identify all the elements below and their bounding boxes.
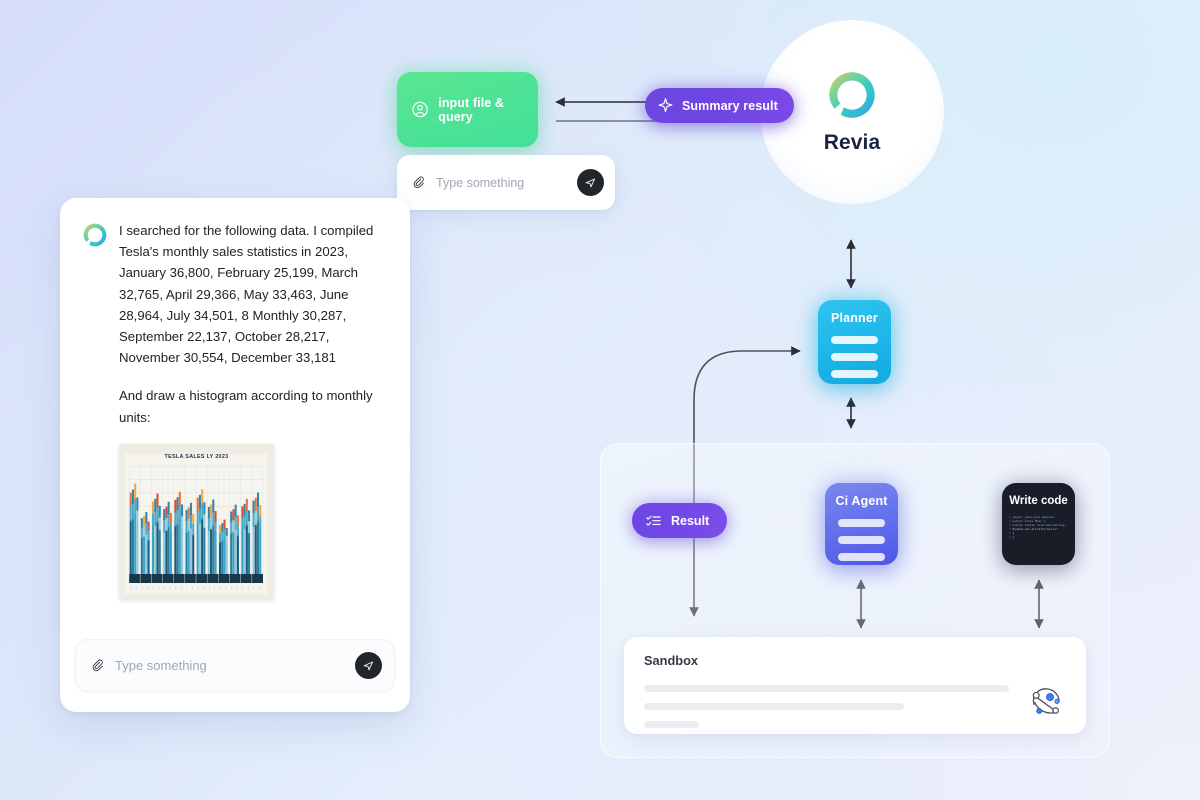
chat-input-placeholder: Type something: [115, 658, 207, 673]
node-summary-result-label: Summary result: [682, 98, 778, 113]
chat-paragraph-1: I searched for the following data. I com…: [119, 223, 374, 366]
histogram-image: TESLA SALES LY 2023: [119, 443, 274, 600]
node-summary-result[interactable]: Summary result: [645, 88, 794, 123]
node-ci-agent[interactable]: Ci Agent: [825, 483, 898, 565]
sandbox-placeholder-row: [644, 685, 1009, 692]
top-chat-input-placeholder: Type something: [436, 175, 525, 190]
sandbox-placeholder-row: [644, 703, 904, 710]
brand-name: Revia: [823, 131, 881, 154]
top-chat-input[interactable]: Type something: [397, 155, 615, 210]
chat-send-button[interactable]: [355, 652, 382, 679]
chat-message: I searched for the following data. I com…: [82, 220, 388, 428]
node-input-file-query[interactable]: input file & query: [397, 72, 538, 147]
network-graph-icon: [1032, 688, 1060, 714]
histogram-chart: TESLA SALES LY 2023: [119, 443, 274, 600]
top-chat-send-button[interactable]: [577, 169, 604, 196]
sparkle-icon: [658, 98, 673, 113]
revia-logo-icon: [829, 72, 875, 118]
node-result-label: Result: [671, 513, 710, 528]
node-planner-lines: [818, 336, 891, 378]
paperclip-icon[interactable]: [90, 658, 105, 673]
chat-message-text: I searched for the following data. I com…: [119, 220, 388, 428]
sandbox-card: Sandbox: [624, 637, 1086, 734]
revia-avatar-icon: [83, 223, 107, 247]
node-planner[interactable]: Planner: [818, 300, 891, 384]
checklist-icon: [646, 515, 661, 526]
node-ci-agent-lines: [825, 519, 898, 561]
svg-text:TESLA SALES LY 2023: TESLA SALES LY 2023: [165, 454, 229, 460]
send-icon: [585, 178, 595, 188]
chat-card: I searched for the following data. I com…: [60, 198, 410, 712]
node-planner-label: Planner: [831, 311, 878, 325]
sandbox-placeholder-row: [644, 721, 699, 728]
node-ci-agent-label: Ci Agent: [835, 494, 888, 508]
sandbox-title: Sandbox: [644, 653, 699, 668]
chat-input[interactable]: Type something: [75, 639, 395, 692]
user-circle-icon: [412, 101, 428, 118]
chat-paragraph-2: And draw a histogram according to monthl…: [119, 388, 373, 425]
paperclip-icon[interactable]: [411, 175, 426, 190]
send-icon: [363, 661, 373, 671]
node-write-code[interactable]: Write code 1 import java.util.Scanner; 2 …: [1002, 483, 1075, 565]
canvas: Revia input file & query Summary result …: [0, 0, 1200, 800]
node-write-code-label: Write code: [1009, 495, 1068, 507]
code-snippet: 1 import java.util.Scanner; 2 public clas…: [1009, 516, 1065, 540]
node-input-file-query-label: input file & query: [438, 95, 505, 124]
node-result[interactable]: Result: [632, 503, 728, 538]
